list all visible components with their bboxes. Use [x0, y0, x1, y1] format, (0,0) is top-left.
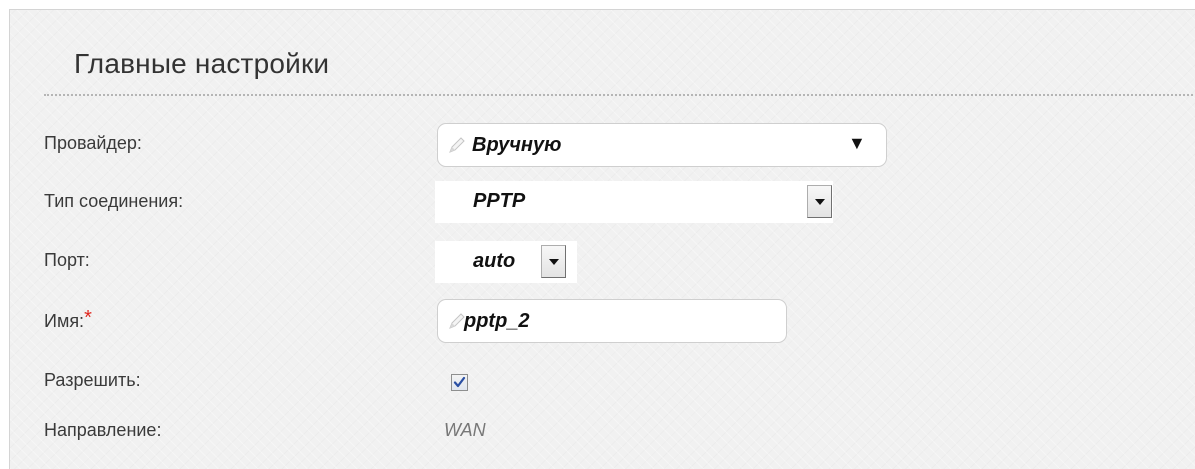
port-value: auto [473, 250, 516, 272]
connection-type-label: Тип соединения: [44, 191, 184, 211]
port-dropdown-button[interactable] [541, 245, 566, 278]
enable-checkbox[interactable] [451, 374, 468, 391]
connection-type-dropdown-button[interactable] [807, 185, 832, 218]
port-select[interactable]: auto [435, 241, 577, 283]
required-mark: * [84, 307, 92, 329]
chevron-down-icon [549, 259, 559, 265]
name-value: pptp_2 [464, 310, 530, 332]
provider-select[interactable]: Вручную ▼ [437, 123, 887, 167]
port-label: Порт: [44, 250, 90, 270]
dropdown-arrow-icon[interactable]: ▼ [848, 133, 866, 154]
direction-value: WAN [444, 420, 486, 440]
chevron-down-icon [815, 199, 825, 205]
connection-type-value: PPTP [473, 190, 526, 212]
provider-value: Вручную [472, 134, 562, 156]
checkmark-icon [453, 376, 466, 388]
provider-label: Провайдер: [44, 133, 142, 153]
pencil-icon [449, 137, 465, 153]
connection-type-select[interactable]: PPTP [435, 181, 833, 223]
direction-label: Направление: [44, 420, 162, 440]
main-settings-panel: Главные настройки Провайдер: Вручную ▼ Т… [9, 9, 1195, 469]
name-input[interactable]: pptp_2 [437, 299, 787, 343]
title-divider [44, 94, 1195, 96]
name-label: Имя:* [44, 307, 92, 331]
section-title: Главные настройки [74, 48, 330, 79]
enable-label: Разрешить: [44, 370, 141, 390]
